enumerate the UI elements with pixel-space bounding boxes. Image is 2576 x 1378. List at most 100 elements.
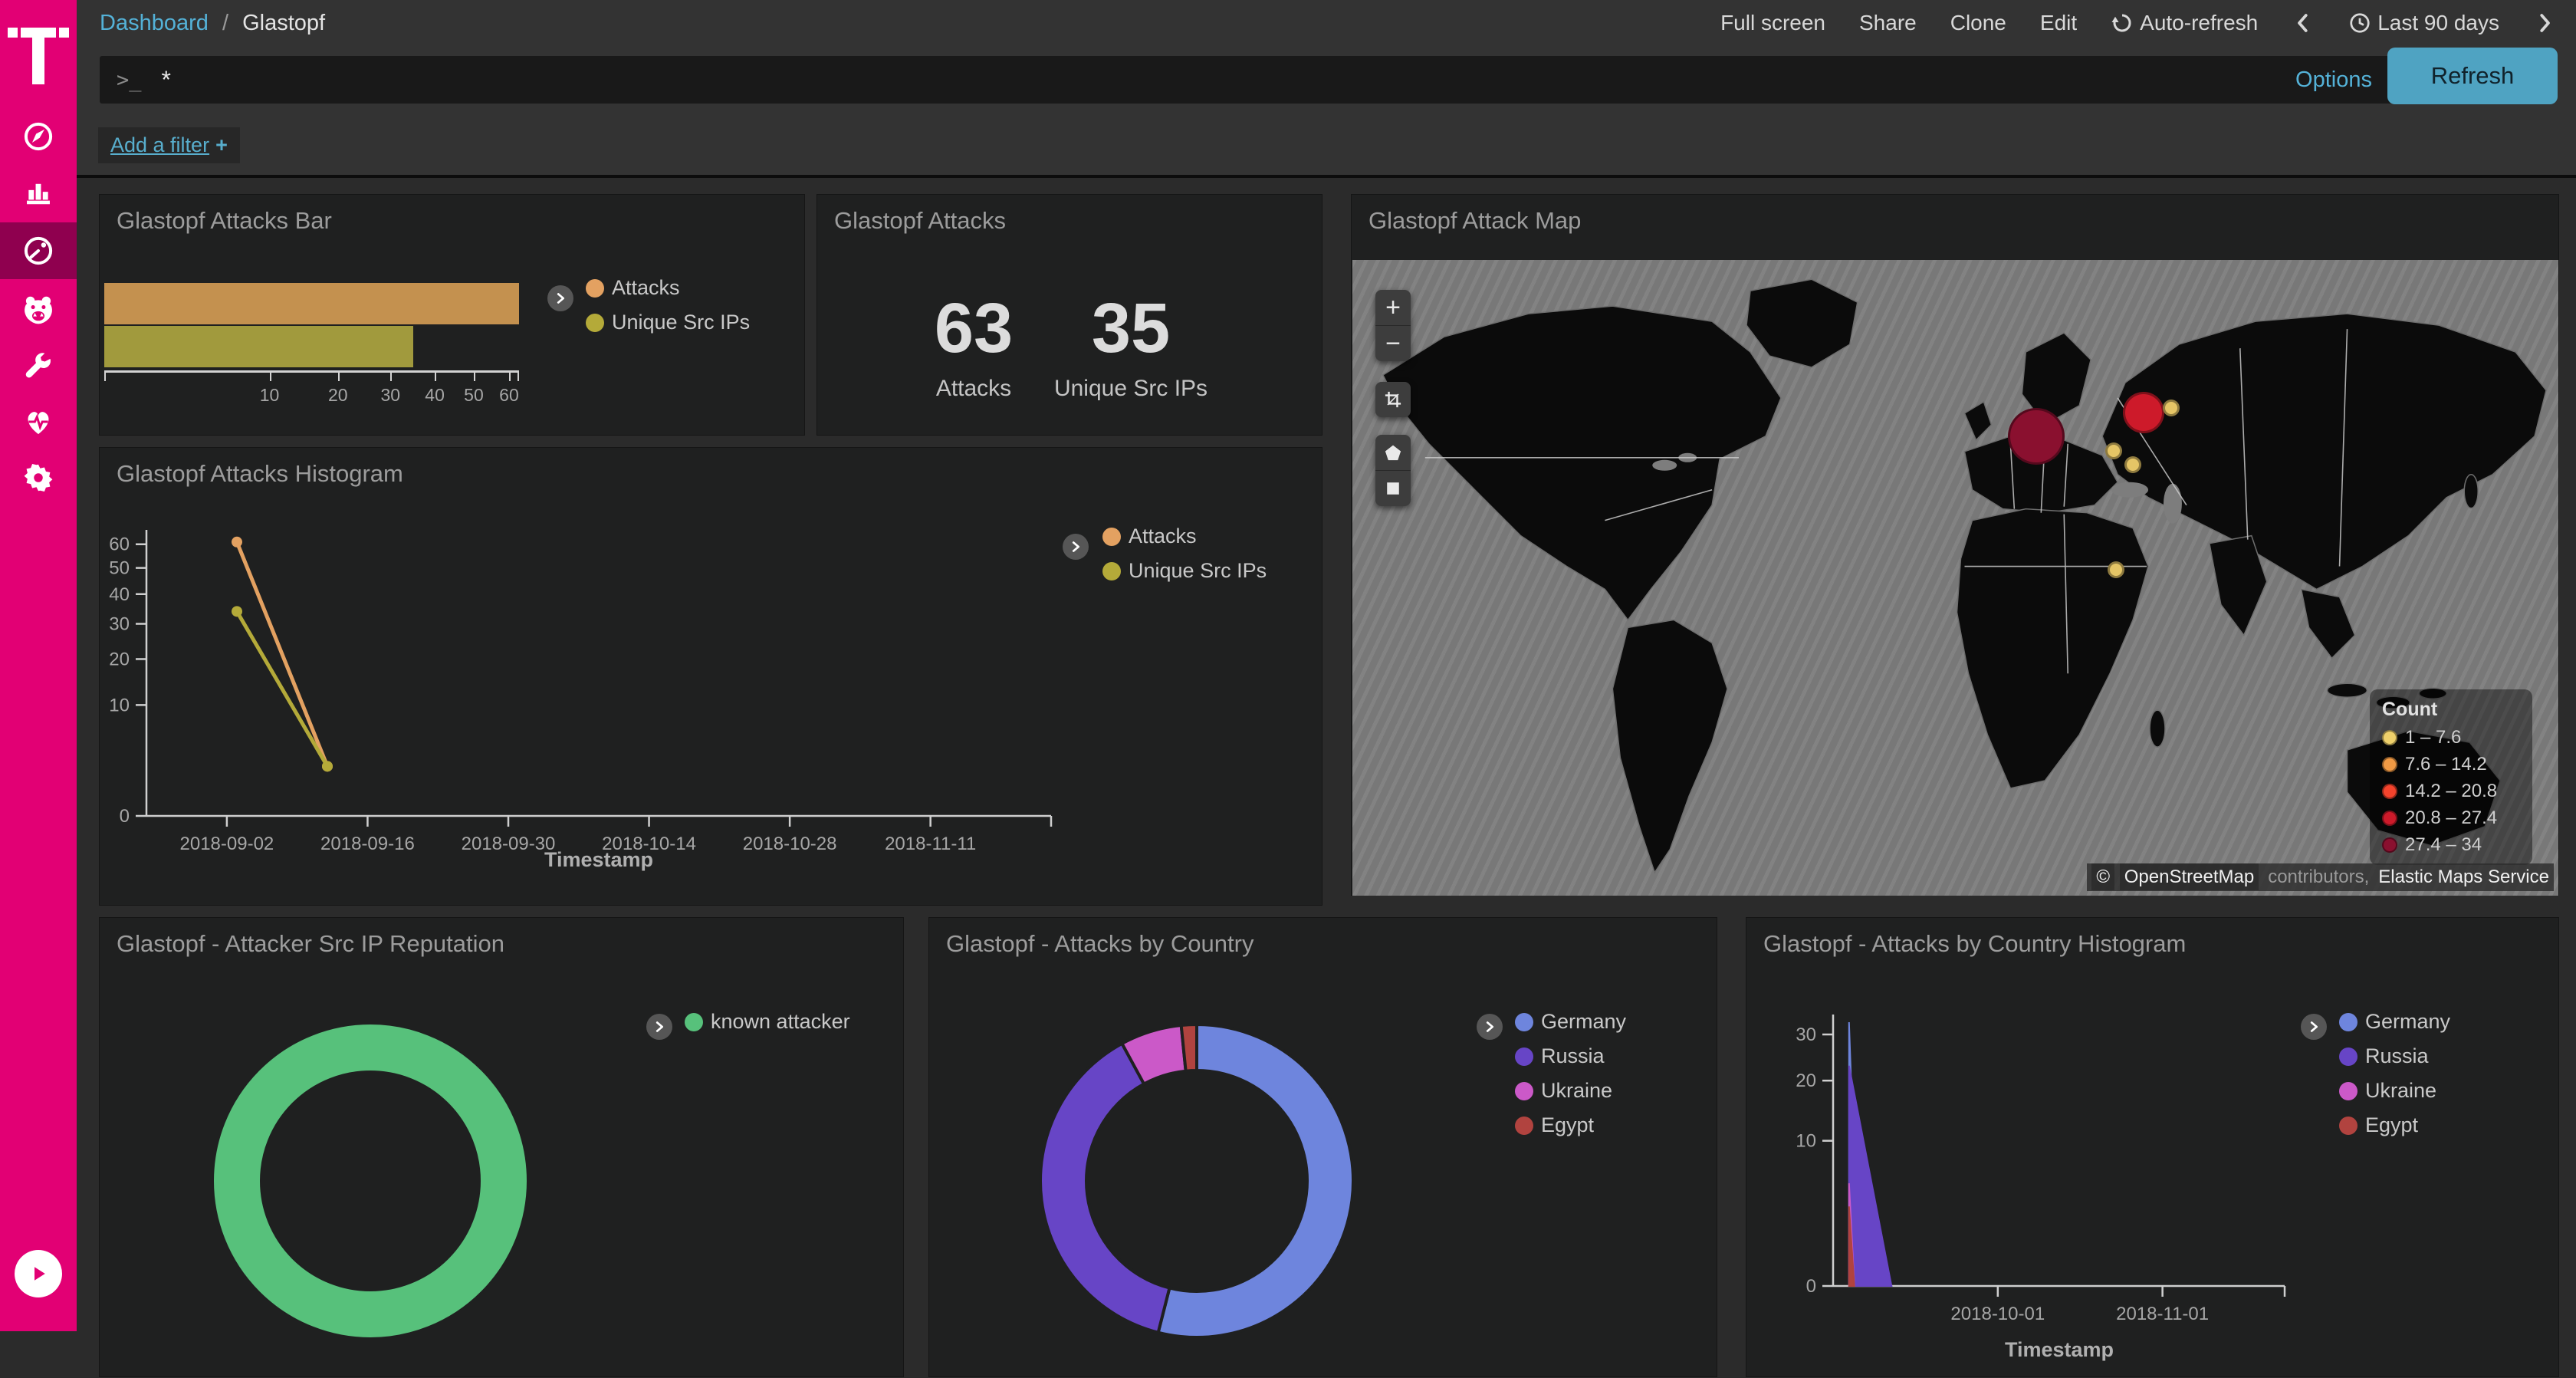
sidebar-item-visualize[interactable] (0, 163, 77, 219)
full-screen-button[interactable]: Full screen (1720, 11, 1825, 35)
legend-label: Ukraine (2365, 1079, 2436, 1103)
refresh-button[interactable]: Refresh (2387, 48, 2558, 104)
expand-nav-button[interactable] (15, 1250, 62, 1297)
x-tick-label: 50 (464, 385, 484, 406)
sidebar (0, 0, 77, 1331)
gauge-icon (21, 233, 56, 268)
sidebar-item-monitoring[interactable] (0, 393, 77, 450)
sidebar-item-dev-tools[interactable] (0, 338, 77, 395)
chevron-right-icon (2305, 1018, 2322, 1035)
world-map[interactable]: + − Count 1 – 7.67.6 – 14.214.2 – 20.820… (1352, 260, 2558, 896)
sidebar-item-timelion[interactable] (0, 281, 77, 338)
legend-item[interactable]: Ukraine (2339, 1079, 2450, 1103)
svg-text:20: 20 (1796, 1070, 1816, 1091)
metric-label: Attacks (935, 376, 1013, 402)
legend-swatch (1102, 562, 1121, 580)
map-legend-row: 14.2 – 20.8 (2382, 781, 2520, 802)
legend-item[interactable]: Unique Src IPs (1102, 559, 1267, 583)
breadcrumb-current: Glastopf (242, 11, 325, 35)
add-filter-button[interactable]: Add a filter+ (98, 127, 240, 163)
svg-text:30: 30 (1796, 1024, 1816, 1045)
breadcrumb: Dashboard / Glastopf (100, 11, 325, 36)
bar-attacks[interactable] (104, 283, 519, 324)
legend-item[interactable]: Attacks (1102, 525, 1267, 548)
legend-toggle[interactable] (1063, 534, 1089, 560)
x-tick-label: 40 (425, 385, 445, 406)
legend-item[interactable]: Egypt (1515, 1113, 1626, 1137)
svg-text:2018-09-02: 2018-09-02 (180, 834, 274, 854)
legend-item[interactable]: Unique Src IPs (586, 311, 750, 334)
svg-text:10: 10 (1796, 1131, 1816, 1152)
legend-swatch (2382, 757, 2397, 772)
legend-item[interactable]: Germany (1515, 1010, 1626, 1034)
svg-text:0: 0 (1806, 1276, 1816, 1297)
sidebar-item-discover[interactable] (0, 108, 77, 165)
panel-attacks-bar: Glastopf Attacks Bar 102030405060 Attack… (99, 194, 805, 436)
options-link[interactable]: Options (2295, 67, 2372, 93)
terminal-prompt-icon: >_ (117, 68, 142, 92)
legend-label: Egypt (1541, 1113, 1594, 1137)
time-picker-button[interactable]: Last 90 days (2348, 11, 2499, 35)
search-input[interactable]: >_ * Options (100, 56, 2392, 104)
map-marker-western-russia (2123, 392, 2164, 433)
draw-rectangle-button[interactable] (1375, 470, 1411, 506)
heartbeat-icon (21, 404, 56, 439)
legend-label: 27.4 – 34 (2405, 834, 2482, 856)
svg-text:2018-11-11: 2018-11-11 (885, 834, 976, 854)
bar-unique-src-ips[interactable] (104, 326, 413, 367)
legend-item[interactable]: Ukraine (1515, 1079, 1626, 1103)
legend-item[interactable]: Germany (2339, 1010, 2450, 1034)
svg-text:60: 60 (109, 534, 130, 555)
svg-text:2018-09-16: 2018-09-16 (320, 834, 415, 854)
legend-item[interactable]: Egypt (2339, 1113, 2450, 1137)
legend-toggle[interactable] (646, 1014, 672, 1040)
legend-toggle[interactable] (1477, 1014, 1503, 1040)
query-bar: >_ * Options Refresh (77, 46, 2576, 113)
legend-swatch (586, 314, 604, 332)
chevron-right-icon (2533, 12, 2556, 35)
legend-swatch (2382, 730, 2397, 745)
metric-value: 35 (1054, 293, 1208, 363)
edit-button[interactable]: Edit (2040, 11, 2077, 35)
legend-item[interactable]: Russia (2339, 1044, 2450, 1068)
map-marker-egypt (2108, 561, 2124, 578)
fit-bounds-button[interactable] (1375, 382, 1411, 417)
legend-toggle[interactable] (547, 285, 573, 311)
legend-swatch (2339, 1117, 2358, 1135)
map-legend: Count 1 – 7.67.6 – 14.214.2 – 20.820.8 –… (2370, 689, 2532, 865)
svg-text:20: 20 (109, 649, 130, 669)
crop-icon (1382, 389, 1404, 410)
legend-label: 20.8 – 27.4 (2405, 807, 2497, 829)
map-marker-ukraine-north (2105, 442, 2122, 459)
legend-label: Unique Src IPs (612, 311, 750, 334)
compass-icon (21, 119, 56, 154)
time-forward-button[interactable] (2533, 12, 2556, 35)
nav-actions: Full screen Share Clone Edit Auto-refres… (1720, 11, 2556, 35)
breadcrumb-dashboard-link[interactable]: Dashboard (100, 11, 209, 35)
sidebar-item-dashboard[interactable] (0, 222, 77, 279)
auto-refresh-button[interactable]: Auto-refresh (2111, 11, 2258, 35)
legend-item[interactable]: Russia (1515, 1044, 1626, 1068)
play-icon (27, 1262, 50, 1285)
legend-item[interactable]: Attacks (586, 276, 750, 300)
time-back-button[interactable] (2292, 12, 2315, 35)
osm-link[interactable]: © OpenStreetMap (2087, 863, 2263, 891)
legend-label: 1 – 7.6 (2405, 727, 2461, 748)
zoom-in-button[interactable]: + (1375, 290, 1411, 325)
zoom-out-button[interactable]: − (1375, 325, 1411, 361)
bar-chart: 102030405060 (104, 195, 534, 436)
chevron-right-icon (651, 1018, 668, 1035)
clone-button[interactable]: Clone (1950, 11, 2006, 35)
share-button[interactable]: Share (1859, 11, 1917, 35)
legend-toggle[interactable] (2301, 1014, 2327, 1040)
panel-attacks-metric: Glastopf Attacks 63 Attacks 35 Unique Sr… (816, 194, 1322, 436)
x-tick-label: 60 (499, 385, 519, 406)
draw-polygon-button[interactable] (1375, 435, 1411, 470)
legend-label: Ukraine (1541, 1079, 1612, 1103)
telekom-logo[interactable] (0, 17, 77, 94)
sidebar-item-management[interactable] (0, 449, 77, 506)
ems-link[interactable]: Elastic Maps Service (2374, 863, 2554, 891)
metric-unique-src-ips: 35 Unique Src IPs (1054, 293, 1208, 402)
map-zoom-controls: + − (1375, 290, 1411, 361)
legend-item[interactable]: known attacker (685, 1010, 850, 1034)
